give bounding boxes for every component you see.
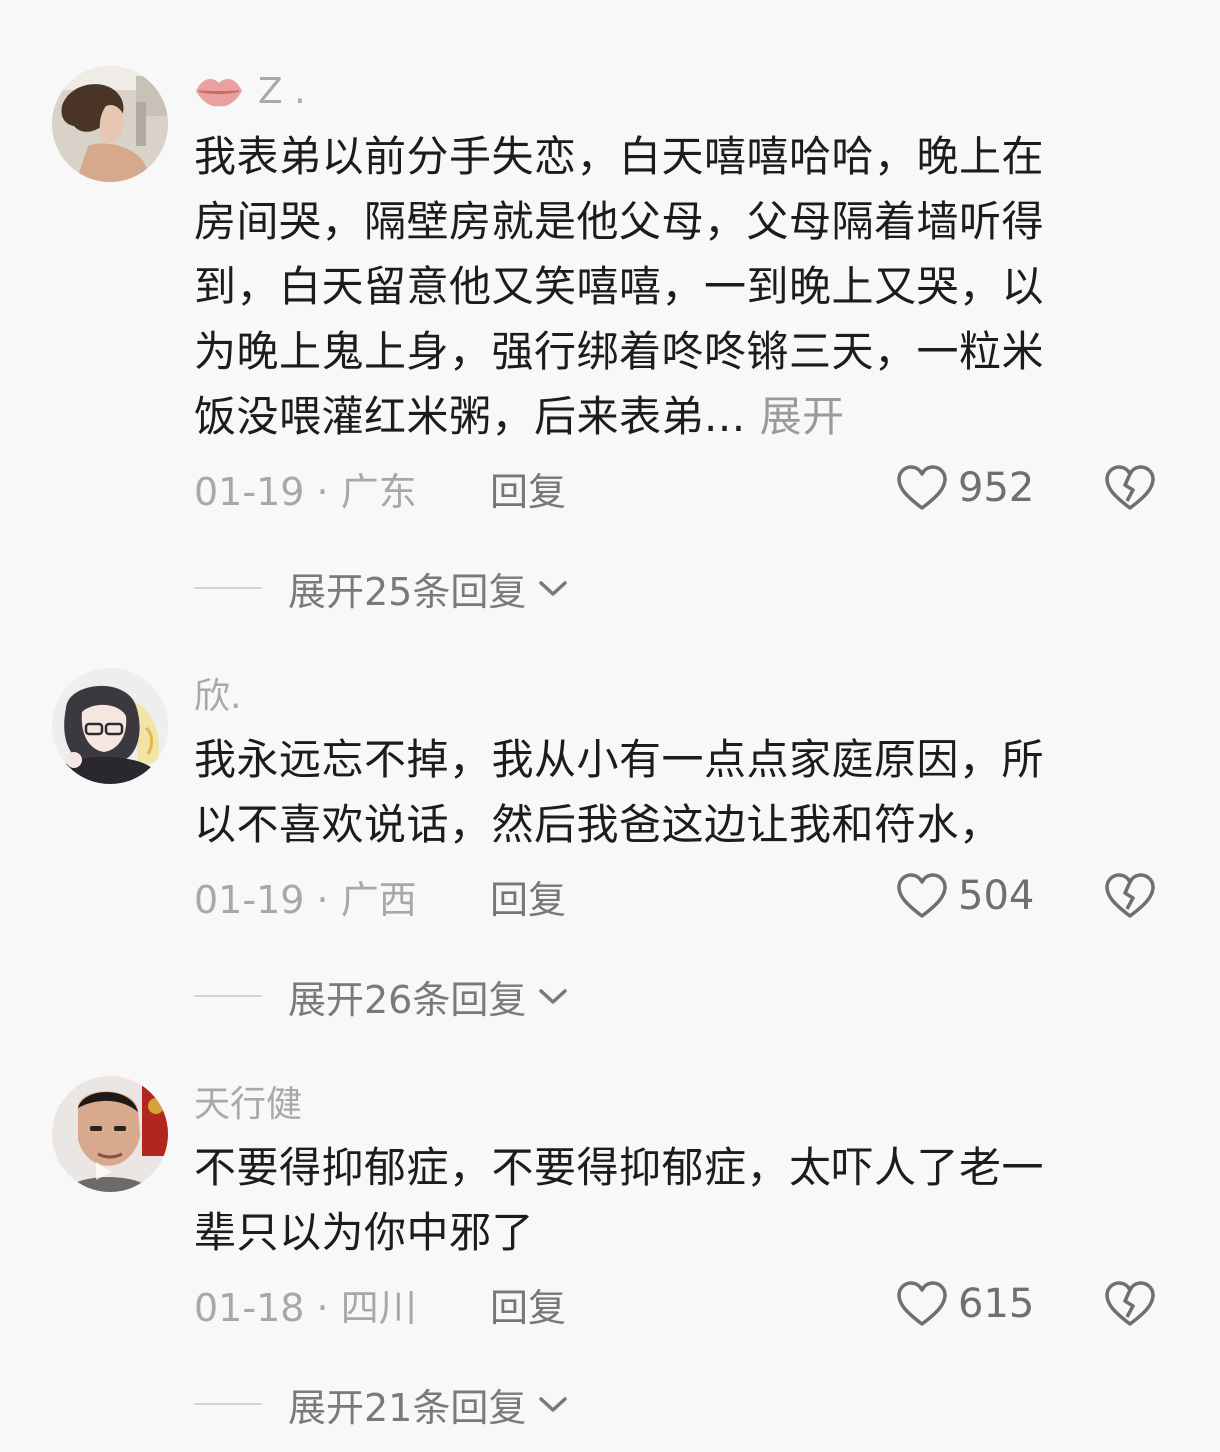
heart-icon	[897, 1281, 947, 1326]
broken-heart-icon[interactable]	[1104, 871, 1156, 921]
chevron-down-icon	[539, 989, 568, 1004]
chevron-down-icon	[539, 1397, 568, 1412]
avatar[interactable]	[52, 66, 168, 182]
comment-body[interactable]: 不要得抑郁症，不要得抑郁症，太吓人了老一 辈只以为你中邪了	[194, 1135, 1160, 1265]
reply-button[interactable]: 回复	[490, 1277, 566, 1332]
comment-line: 为晚上鬼上身，强行绑着咚咚锵三天，一粒米	[194, 327, 1045, 376]
username-text: Z .	[258, 70, 306, 112]
heart-icon	[897, 873, 947, 918]
comment-line: 以不喜欢说话，然后我爸这边让我和符水，	[194, 800, 1002, 849]
username-text: 欣.	[194, 676, 242, 717]
username[interactable]: Z .	[194, 66, 306, 116]
comment-line: 我永远忘不掉，我从小有一点点家庭原因，所	[194, 735, 1045, 784]
username[interactable]: 欣.	[194, 668, 241, 718]
heart-icon	[897, 465, 947, 510]
avatar-man-icon	[52, 1076, 168, 1192]
expand-replies-label: 展开21条回复	[288, 1385, 527, 1430]
comment-line: 我表弟以前分手失恋，白天嘻嘻哈哈，晚上在	[194, 132, 1045, 181]
username[interactable]: 天行健	[194, 1076, 302, 1126]
comment-location: 广西	[340, 877, 417, 922]
comment-body[interactable]: 我表弟以前分手失恋，白天嘻嘻哈哈，晚上在 房间哭，隔壁房就是他父母，父母隔着墙听…	[194, 124, 1160, 449]
comment-date: 01-18	[194, 1285, 305, 1330]
comment-meta: 01-19 · 广西 回复 504	[194, 868, 1160, 924]
expand-replies-button[interactable]: 展开26条回复	[194, 968, 570, 1024]
comment-date: 01-19	[194, 469, 305, 514]
meta-separator: ·	[316, 877, 329, 922]
avatar-photo-icon	[52, 66, 168, 182]
comment-line: 辈只以为你中邪了	[194, 1208, 535, 1257]
reply-button[interactable]: 回复	[490, 869, 566, 924]
broken-heart-icon[interactable]	[1104, 1279, 1156, 1329]
like-button[interactable]: 952	[896, 464, 1034, 512]
comment-line: 到，白天留意他又笑嘻嘻，一到晚上又哭，以	[194, 262, 1045, 311]
chevron-down-icon	[539, 581, 568, 596]
like-count: 952	[958, 465, 1035, 511]
comment-line: 房间哭，隔壁房就是他父母，父母隔着墙听得	[194, 197, 1045, 246]
divider-line	[194, 995, 262, 997]
like-count: 615	[958, 1281, 1035, 1327]
reply-button[interactable]: 回复	[490, 461, 566, 516]
comment-location: 四川	[340, 1285, 417, 1330]
meta-separator: ·	[316, 1285, 329, 1330]
like-button[interactable]: 504	[896, 872, 1034, 920]
comment-date-location: 01-19 · 广东	[194, 461, 417, 516]
expand-replies-button[interactable]: 展开21条回复	[194, 1376, 570, 1432]
comment-meta: 01-19 · 广东 回复 952	[194, 460, 1160, 516]
expand-replies-button[interactable]: 展开25条回复	[194, 560, 570, 616]
divider-line	[194, 1403, 262, 1405]
comment-date: 01-19	[194, 877, 305, 922]
expand-replies-label: 展开26条回复	[288, 977, 527, 1022]
comment-body[interactable]: 我永远忘不掉，我从小有一点点家庭原因，所 以不喜欢说话，然后我爸这边让我和符水，	[194, 727, 1160, 857]
avatar[interactable]	[52, 1076, 168, 1192]
comment-line: 不要得抑郁症，不要得抑郁症，太吓人了老一	[194, 1143, 1045, 1192]
divider-line	[194, 587, 262, 589]
comment-date-location: 01-19 · 广西	[194, 869, 417, 924]
expand-text-link[interactable]: 展开	[760, 392, 845, 441]
comment-line: 饭没喂灌红米粥，后来表弟...	[194, 392, 746, 441]
expand-replies-label: 展开25条回复	[288, 569, 527, 614]
like-button[interactable]: 615	[896, 1280, 1034, 1328]
comment-location: 广东	[340, 469, 417, 514]
avatar[interactable]	[52, 668, 168, 784]
lips-icon	[196, 79, 242, 107]
username-text: 天行健	[194, 1084, 303, 1125]
avatar-anime-icon	[52, 668, 168, 784]
comment-date-location: 01-18 · 四川	[194, 1277, 417, 1332]
like-count: 504	[958, 873, 1035, 919]
broken-heart-icon[interactable]	[1104, 463, 1156, 513]
comment-meta: 01-18 · 四川 回复 615	[194, 1276, 1160, 1332]
meta-separator: ·	[316, 469, 329, 514]
